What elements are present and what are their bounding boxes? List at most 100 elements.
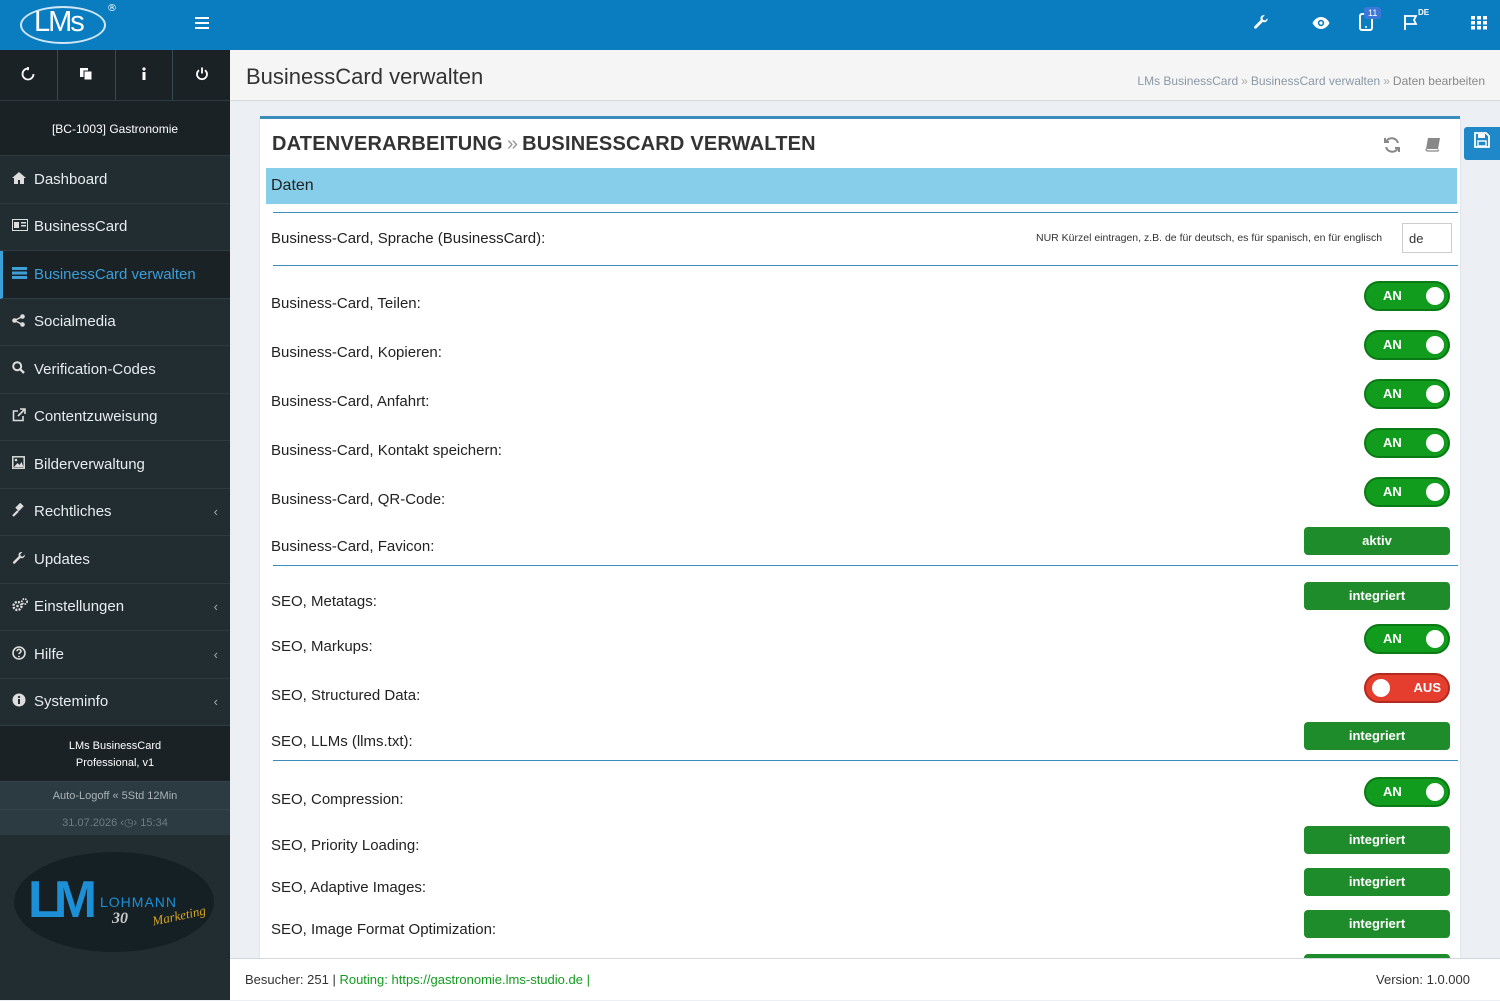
power-icon[interactable] [173,50,230,100]
toggle-switch[interactable]: AN [1364,379,1450,409]
save-icon[interactable] [1464,127,1500,160]
sidebar: [BC-1003] Gastronomie Dashboard Business… [0,50,230,1000]
menu-toggle-icon[interactable] [195,17,209,30]
sidebar-item-label: Verification-Codes [34,360,156,378]
chevron-left-icon: ‹ [213,646,218,662]
toggle-knob [1372,679,1390,697]
sidebar-item-bilderverwaltung[interactable]: Bilderverwaltung [0,441,230,489]
logo-text: LMs [34,6,85,38]
sidebar-item-hilfe[interactable]: Hilfe ‹ [0,631,230,679]
clock-icon: ‹◷› [120,817,138,829]
toggle-switch[interactable]: AN [1364,777,1450,807]
refresh-icon[interactable] [1383,137,1401,158]
logo-registered-mark: ® [107,3,117,14]
sidebar-item-rechtliches[interactable]: Rechtliches ‹ [0,488,230,536]
toggle-knob [1426,483,1444,501]
wrench-icon[interactable] [1249,13,1273,37]
external-link-icon [12,408,32,425]
top-navbar: LMs ® 11 DE [0,0,1500,50]
list-icon [12,266,32,282]
status-badge: integriert [1304,722,1450,750]
setting-label: SEO, Image Format Optimization: [271,921,497,938]
setting-label: SEO, Structured Data: [271,687,421,704]
setting-label: Business-Card, Favicon: [271,538,435,555]
setting-label: Business-Card, Kontakt speichern: [271,442,502,459]
sidebar-item-einstellungen[interactable]: Einstellungen ‹ [0,583,230,631]
chevron-left-icon: ‹ [213,504,218,520]
setting-label: Business-Card, QR-Code: [271,491,446,508]
setting-label: Business-Card, Kopieren: [271,344,442,361]
sidebar-item-verification-codes[interactable]: Verification-Codes [0,346,230,394]
toggle-switch[interactable]: AN [1364,330,1450,360]
setting-label: SEO, Compression: [271,791,404,808]
toggle-label: AUS [1413,680,1441,695]
toggle-label: AN [1383,784,1402,799]
sidebar-item-businesscard-verwalten[interactable]: BusinessCard verwalten [0,251,230,299]
language-indicator: DE [1418,8,1430,17]
divider [273,265,1458,266]
sidebar-item-socialmedia[interactable]: Socialmedia [0,298,230,346]
breadcrumb-separator-icon: » [1241,74,1248,88]
eye-icon[interactable] [1309,13,1333,37]
toggle-knob [1426,783,1444,801]
sidebar-item-dashboard[interactable]: Dashboard [0,156,230,204]
toggle-label: AN [1383,386,1402,401]
status-badge: aktiv [1304,527,1450,555]
sidebar-item-label: Dashboard [34,170,108,188]
toggle-knob [1426,287,1444,305]
sidebar-item-label: BusinessCard verwalten [34,265,196,283]
status-badge: integriert [1304,582,1450,610]
toggle-switch[interactable]: AN [1364,477,1450,507]
date-time: 31.07.2026 ‹◷› 15:34 [0,809,230,835]
sidebar-item-label: Socialmedia [34,313,116,331]
reload-icon[interactable] [0,50,58,100]
breadcrumb-link-verwalten[interactable]: BusinessCard verwalten [1251,74,1380,88]
page-title: BusinessCard verwalten [246,64,484,89]
breadcrumb-current: Daten bearbeiten [1392,74,1485,88]
routing-link[interactable]: Routing: https://gastronomie.lms-studio.… [339,972,590,987]
toggle-switch[interactable]: AUS [1364,673,1450,703]
toggle-switch[interactable]: AN [1364,428,1450,458]
sidebar-item-label: Bilderverwaltung [34,455,145,473]
sidebar-item-updates[interactable]: Updates [0,536,230,584]
brand-logo: LM LOHMANN 30 Marketing [14,852,214,952]
product-version: LMs BusinessCard Professional, v1 [0,726,230,781]
brand-logo-name: LOHMANN [100,894,178,910]
toggle-switch[interactable]: AN [1364,624,1450,654]
lang-hint: NUR Kürzel eintragen, z.B. de für deutsc… [1036,232,1383,244]
double-chevron-icon: » [506,133,519,155]
toggle-label: AN [1383,435,1402,450]
search-icon [12,361,32,377]
account-label: [BC-1003] Gastronomie [0,100,230,156]
toggle-label: AN [1383,631,1402,646]
toggle-label: AN [1383,288,1402,303]
time-text: 15:34 [140,817,168,829]
language-input[interactable] [1402,223,1452,253]
sidebar-item-businesscard[interactable]: BusinessCard [0,203,230,251]
box-title-part2: BUSINESSCARD VERWALTEN [522,133,816,155]
sidebar-item-label: Updates [34,550,90,568]
content-header: BusinessCard verwalten LMs BusinessCard»… [230,50,1500,101]
toggle-knob [1426,434,1444,452]
sidebar-item-label: BusinessCard [34,218,128,236]
book-icon[interactable] [1425,137,1442,157]
divider [273,760,1458,761]
breadcrumb: LMs BusinessCard» BusinessCard verwalten»… [1137,74,1485,88]
auto-logoff-timer: Auto-Logoff « 5Std 12Min [0,781,230,809]
status-badge: integriert [1304,910,1450,938]
gears-icon [12,598,32,615]
grid-icon[interactable] [1467,13,1491,37]
breadcrumb-link-home[interactable]: LMs BusinessCard [1137,74,1238,88]
share-icon [12,313,32,330]
toggle-switch[interactable]: AN [1364,281,1450,311]
setting-label: SEO, Markups: [271,638,373,655]
sidebar-item-systeminfo[interactable]: Systeminfo ‹ [0,678,230,726]
toggle-knob [1426,336,1444,354]
sidebar-item-contentzuweisung[interactable]: Contentzuweisung [0,393,230,441]
setting-label: SEO, Priority Loading: [271,837,420,854]
copy-icon[interactable] [58,50,116,100]
notification-badge: 11 [1364,7,1382,19]
id-card-icon [12,219,32,234]
footer: Besucher: 251 | Routing: https://gastron… [230,958,1500,1000]
info-icon[interactable] [116,50,174,100]
